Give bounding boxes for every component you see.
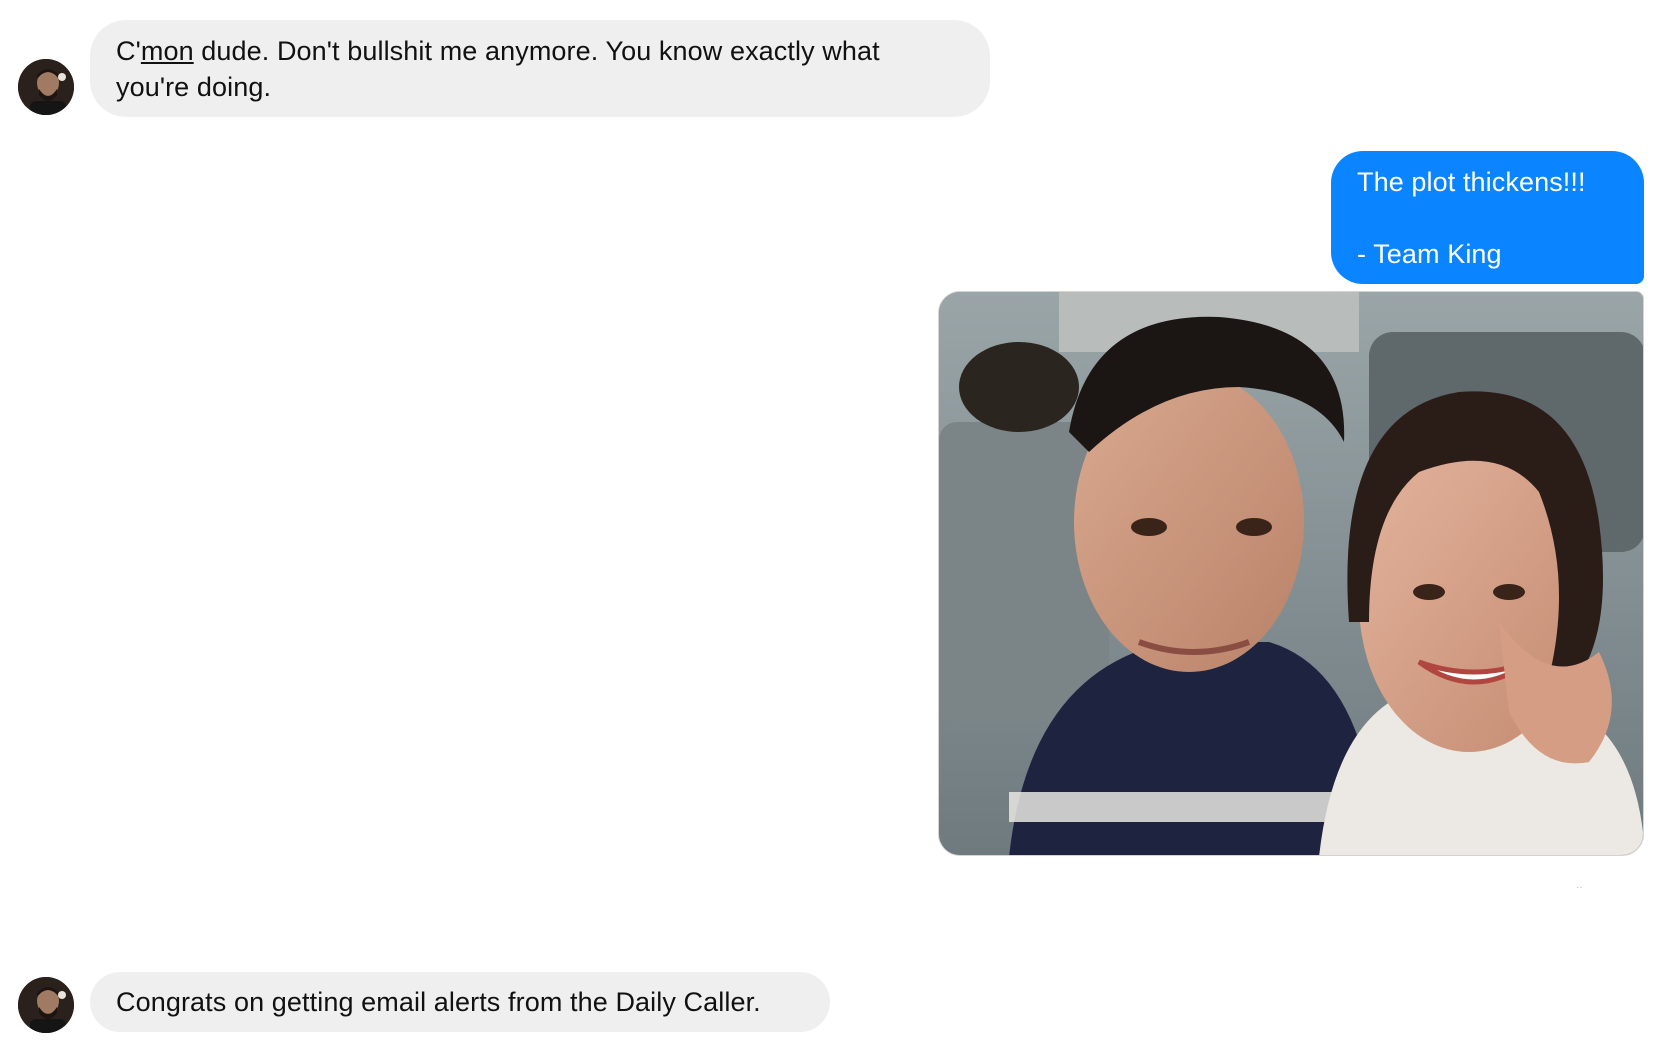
avatar-photo-icon	[18, 977, 74, 1033]
message-line: The plot thickens!!!	[1357, 167, 1586, 197]
message-text: dude. Don't bullshit me anymore. You kno…	[193, 36, 880, 66]
message-photo[interactable]	[938, 291, 1644, 856]
message-line: - Team King	[1357, 239, 1502, 269]
message-link[interactable]: mon	[141, 36, 194, 66]
contact-avatar[interactable]	[18, 977, 74, 1033]
message-line: C'mon dude. Don't bullshit me anymore. Y…	[116, 33, 964, 69]
message-bubble-incoming[interactable]: Congrats on getting email alerts from th…	[90, 972, 830, 1032]
avatar-photo-icon	[18, 59, 74, 115]
contact-avatar[interactable]	[18, 59, 74, 115]
message-line: Congrats on getting email alerts from th…	[116, 987, 761, 1017]
message-bubble-outgoing[interactable]: The plot thickens!!! - Team King	[1331, 151, 1644, 284]
seen-indicator: ··	[1576, 882, 1583, 893]
selfie-photo-icon	[939, 292, 1643, 855]
message-line: you're doing.	[116, 72, 272, 102]
message-text: C'	[116, 36, 141, 66]
message-bubble-incoming[interactable]: C'mon dude. Don't bullshit me anymore. Y…	[90, 20, 990, 117]
